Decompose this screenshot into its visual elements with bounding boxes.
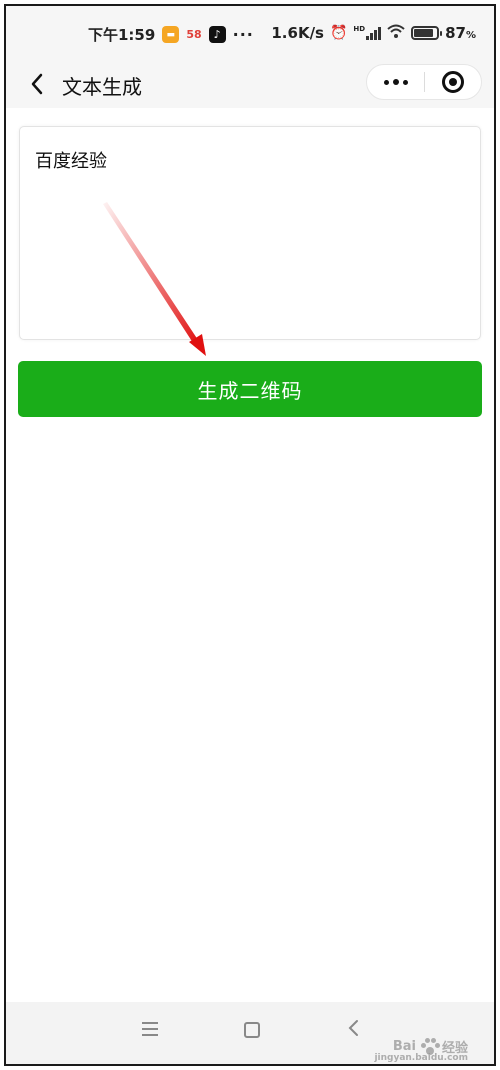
nav-bar: 文本生成 [6,62,494,108]
chevron-left-icon [31,73,43,95]
target-center [448,78,457,86]
app-58-icon: 58 [186,28,202,41]
watermark-brand: Bai [392,1039,416,1054]
status-left: 下午1:59 ▬ 58 ♪ ··· [88,24,254,45]
mini-program-capsule [366,64,482,100]
wifi-icon [387,24,405,42]
square-home-icon[interactable] [244,1022,260,1038]
watermark-url: jingyan.baidu.com [374,1053,468,1063]
tiktok-icon: ♪ [208,26,226,43]
battery-icon [411,26,443,40]
text-input-area[interactable]: 百度经验 [19,126,481,340]
alarm-icon: ⏰ [329,25,348,41]
text-input-value: 百度经验 [35,151,107,172]
close-button[interactable] [425,65,481,99]
status-time: 下午1:59 [88,26,156,44]
baidu-watermark: Bai 经验 jingyan.baidu.com [374,1037,468,1063]
more-notifications-icon: ··· [232,25,254,44]
more-dot [392,79,399,85]
signal-icon: HD [353,25,382,40]
signal-hd-label: HD [353,25,366,33]
main-content: 百度经验 生成二维码 [6,108,494,1006]
more-dot [402,79,408,85]
network-speed: 1.6K/s [271,24,324,42]
generate-qr-button[interactable]: 生成二维码 [18,361,482,417]
back-triangle-icon[interactable] [346,1018,360,1042]
more-button[interactable] [367,65,424,99]
back-button[interactable] [24,70,52,98]
battery-percent: 87% [445,24,476,42]
system-navigation-bar: Bai 经验 jingyan.baidu.com [6,1002,494,1064]
battery-fill [414,29,434,37]
status-bar: 下午1:59 ▬ 58 ♪ ··· 1.6K/s ⏰ HD 87% [6,6,494,62]
menu-icon[interactable] [142,1022,158,1040]
phone-screen: 下午1:59 ▬ 58 ♪ ··· 1.6K/s ⏰ HD 87% 文本生成 百… [4,4,496,1066]
page-title: 文本生成 [62,75,142,99]
status-right: 1.6K/s ⏰ HD 87% [271,24,476,42]
notification-app-icon: ▬ [162,26,180,43]
more-dots-icon [383,79,389,85]
target-circle-icon [441,71,464,93]
